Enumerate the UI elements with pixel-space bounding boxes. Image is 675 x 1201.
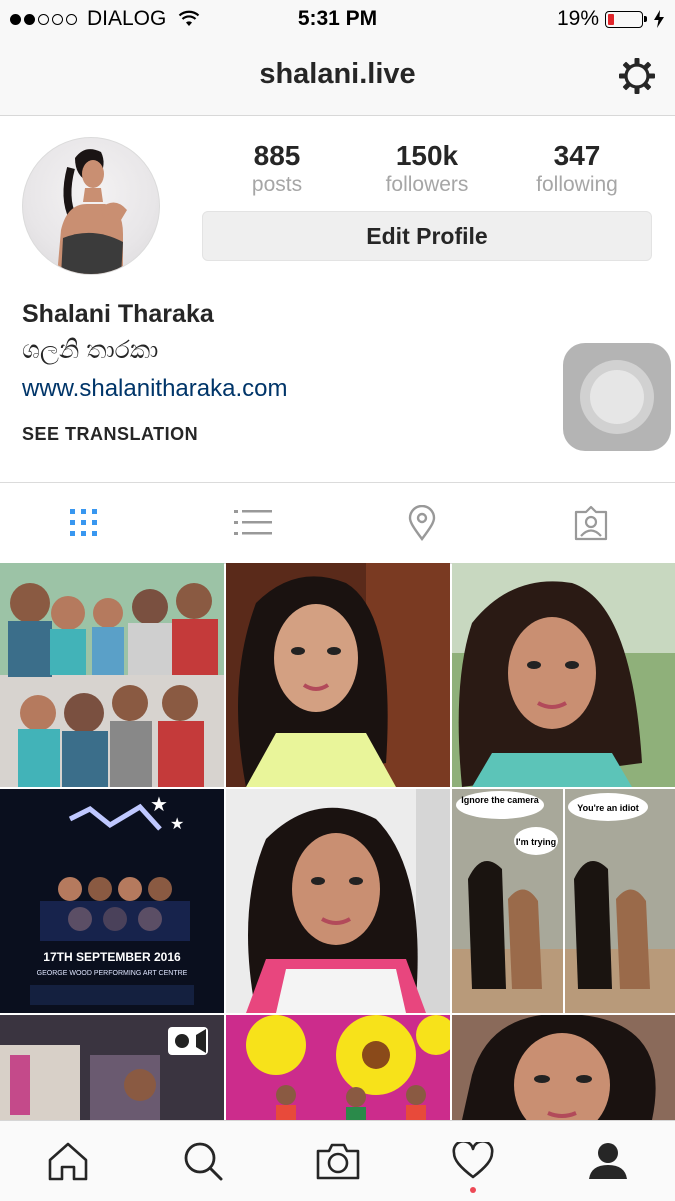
stat-value: 885 [253,140,301,171]
post-thumbnail[interactable]: ★ ★ 17TH SEPTEMBER 2016 GEORGE WOOD PERF… [0,789,224,1013]
poster-venue: GEORGE WOOD PERFORMING ART CENTRE [37,970,188,977]
profile-full-name: Shalani Tharaka [22,300,214,328]
poster-date: 17TH SEPTEMBER 2016 [43,950,181,964]
tagged-person-icon [574,505,607,541]
battery-status: 19% [557,7,665,31]
post-thumbnail[interactable] [226,563,450,787]
post-thumbnail[interactable]: Ignore the camera I'm trying You're an i… [452,789,675,1013]
stat-label: posts [251,173,303,196]
event-poster: ★ ★ 17TH SEPTEMBER 2016 GEORGE WOOD PERF… [0,789,224,1013]
page-title: shalani.live [259,58,416,90]
stat-posts[interactable]: 885 posts [207,140,347,198]
stat-following[interactable]: 347 following [507,140,647,198]
svg-text:★: ★ [150,792,168,816]
post-thumbnail[interactable] [226,1015,450,1120]
profile-native-name: ශලනි තාරකා [22,336,159,364]
tab-grid[interactable] [0,483,169,563]
meme-bubble-text: You're an idiot [577,803,638,813]
sunflower-stage-photo [226,1015,450,1120]
camera-icon [316,1143,359,1180]
dogs-meme: Ignore the camera I'm trying You're an i… [452,789,675,1013]
status-bar: DIALOG 5:31 PM 19% [0,0,675,38]
profile-website-link[interactable]: www.shalanitharaka.com [22,375,287,403]
notification-dot [469,1187,476,1193]
assistive-touch-button[interactable] [563,343,671,451]
tab-home[interactable] [0,1121,135,1201]
svg-text:★: ★ [170,814,184,833]
post-thumbnail[interactable] [452,563,675,787]
post-thumbnail[interactable] [0,1015,224,1120]
video-post [0,1015,224,1120]
stat-value: 150k [395,140,459,171]
see-translation-link[interactable]: SEE TRANSLATION [22,424,198,445]
meme-bubble-text: Ignore the camera [461,795,540,805]
post-thumbnail[interactable] [0,563,224,787]
stat-value: 347 [553,140,601,171]
stat-label: followers [385,173,469,196]
portrait-photo [452,563,675,787]
portrait-photo [226,563,450,787]
post-thumbnail[interactable] [226,789,450,1013]
tab-list[interactable] [169,483,338,563]
tab-profile[interactable] [540,1121,675,1201]
portrait-photo [452,1015,675,1120]
bottom-tab-bar [0,1120,675,1201]
list-icon [234,510,273,535]
battery-icon [605,10,647,28]
tab-camera[interactable] [270,1121,405,1201]
battery-percent: 19% [556,7,599,30]
charging-bolt-icon [654,10,664,28]
gear-icon[interactable] [617,56,657,96]
tab-search[interactable] [135,1121,270,1201]
grid-icon [70,509,98,536]
profile-tab-bar [0,482,675,564]
tab-activity[interactable] [405,1121,540,1201]
stat-followers[interactable]: 150k followers [357,140,497,198]
post-thumbnail[interactable] [452,1015,675,1120]
portrait-photo [226,789,450,1013]
search-icon [184,1142,222,1181]
tab-location[interactable] [338,483,507,563]
location-pin-icon [408,505,436,541]
navigation-bar: shalani.live [0,38,675,116]
avatar-photo [57,149,127,274]
tab-tagged[interactable] [506,483,675,563]
group-selfie-photo [0,563,224,787]
avatar[interactable] [22,137,160,275]
profile-icon [588,1143,627,1179]
heart-icon [452,1142,493,1179]
meme-bubble-text: I'm trying [516,837,556,847]
home-icon [48,1142,87,1181]
edit-profile-button[interactable]: Edit Profile [202,211,652,261]
stat-label: following [536,173,618,196]
